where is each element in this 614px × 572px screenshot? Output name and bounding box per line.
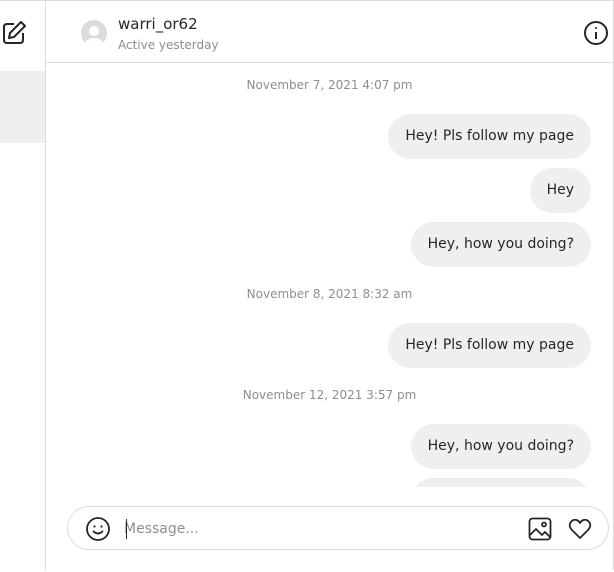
direct-messages-window: warri_or62 Active yesterday November 7, … [0,0,614,572]
info-icon[interactable] [583,20,609,46]
message-bubble[interactable]: Hey [529,168,591,213]
conversation-header: warri_or62 Active yesterday [46,1,613,63]
heart-icon[interactable] [567,516,593,542]
inbox-sidebar [0,0,46,570]
message-thread[interactable]: November 7, 2021 4:07 pm Hey! Pls follow… [46,63,613,487]
compose-icon[interactable] [0,19,28,47]
message-bubble[interactable]: Hey! Pls follow my page [388,114,591,159]
timestamp: November 7, 2021 4:07 pm [246,78,413,92]
timestamp: November 8, 2021 8:32 am [246,287,413,301]
conversation-pane: warri_or62 Active yesterday November 7, … [46,0,614,570]
text-caret [126,519,127,539]
image-icon[interactable] [527,516,553,542]
timestamp: November 12, 2021 3:57 pm [242,388,417,402]
message-bubble[interactable]: Hey, how you doing? [410,222,591,267]
activity-status: Active yesterday [118,38,219,52]
selected-conversation[interactable] [0,71,45,143]
message-bubble[interactable]: Hey, how you doing? [410,424,591,469]
message-input[interactable] [124,516,504,542]
emoji-icon[interactable] [85,516,111,542]
message-bubble[interactable] [411,478,591,487]
username[interactable]: warri_or62 [118,15,198,33]
message-bubble[interactable]: Hey! Pls follow my page [388,323,591,368]
avatar[interactable] [81,20,107,46]
message-composer [67,506,609,550]
